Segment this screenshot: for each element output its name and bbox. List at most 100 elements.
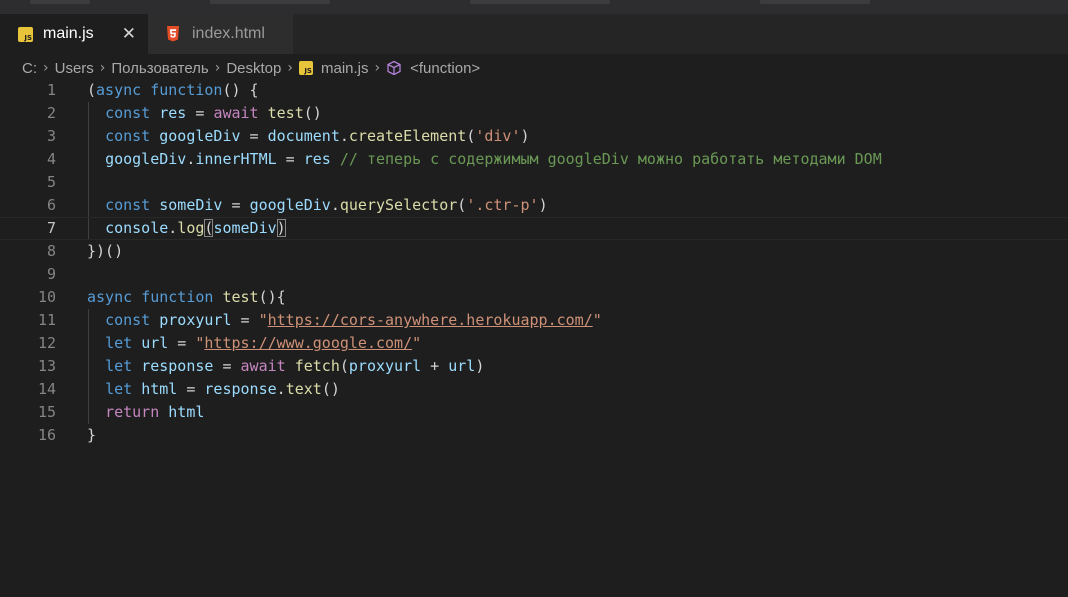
code-token: ( [339,357,349,375]
code-text: let response = await fetch(proxyurl + ur… [87,355,484,378]
breadcrumb-desktop[interactable]: Desktop [226,60,281,77]
code-token: document [267,127,340,145]
tab-label: index.html [192,25,265,42]
code-token: async [87,288,133,306]
code-link[interactable]: https://www.google.com/ [204,334,412,352]
code-token: // теперь с содержимым googleDiv можно р… [339,150,882,168]
code-token: () { [222,81,259,99]
code-token: url [141,334,169,352]
code-text: return html [87,401,204,424]
code-token: = [177,380,205,398]
code-token: googleDiv [105,150,187,168]
code-line[interactable]: 2 const res = await test() [0,102,1068,125]
code-line[interactable]: 5 [0,171,1068,194]
chevron-right-icon: › [374,60,381,76]
code-line[interactable]: 3 const googleDiv = document.createEleme… [0,125,1068,148]
code-token: res [159,104,187,122]
code-line[interactable]: 13 let response = await fetch(proxyurl +… [0,355,1068,378]
code-token: someDiv [159,196,223,214]
code-text: let html = response.text() [87,378,340,401]
code-token: 'div' [475,127,521,145]
code-editor[interactable]: 1 (async function() {2 const res = await … [0,79,1068,597]
code-line[interactable]: 9 [0,263,1068,286]
code-line[interactable]: 4 googleDiv.innerHTML = res // теперь с … [0,148,1068,171]
title-bar-fragment [0,0,1068,14]
code-token: ( [466,127,476,145]
code-line[interactable]: 16} [0,424,1068,447]
breadcrumb-users[interactable]: Users [55,60,94,77]
code-text: const proxyurl = "https://cors-anywhere.… [87,309,602,332]
code-line[interactable]: 8 })() [0,240,1068,263]
code-token: (){ [258,288,286,306]
code-line[interactable]: 15 return html [0,401,1068,424]
code-text: console.log(someDiv) [87,218,286,239]
breadcrumb-drive[interactable]: C: [22,60,37,77]
code-token: ) [538,196,548,214]
tab-main-js[interactable]: JS main.js ✕ [0,14,148,54]
line-number: 14 [37,380,56,398]
code-token: = [168,334,196,352]
code-token: googleDiv [249,196,331,214]
code-token: googleDiv [159,127,241,145]
code-token: innerHTML [195,150,277,168]
code-token: + [421,357,449,375]
breadcrumb-user-folder[interactable]: Пользователь [111,60,208,77]
code-token: console [105,219,169,237]
code-token: . [330,196,340,214]
code-line[interactable]: 7 console.log(someDiv) [0,217,1068,240]
line-number: 3 [46,127,56,145]
code-line[interactable]: 12 let url = "https://www.google.com/" [0,332,1068,355]
code-token: proxyurl [159,311,232,329]
code-line[interactable]: 10 async function test(){ [0,286,1068,309]
code-token: text [285,380,322,398]
tab-label: main.js [43,25,94,42]
line-number: 8 [46,242,56,260]
code-token: })() [87,242,124,260]
js-file-icon: JS [18,26,33,42]
breadcrumb-symbol[interactable]: <function> [410,60,480,77]
code-line[interactable]: 14 let html = response.text() [0,378,1068,401]
title-fragment [760,0,870,4]
chevron-right-icon: › [214,60,221,76]
tab-index-html[interactable]: index.html [148,14,293,54]
code-text: const someDiv = googleDiv.querySelector(… [87,194,548,217]
code-token: url [448,357,476,375]
code-line[interactable]: 1 (async function() { [0,79,1068,102]
code-token: log [177,219,205,237]
code-token: res [303,150,331,168]
line-number: 4 [46,150,56,168]
code-token: const [105,311,151,329]
code-link[interactable]: https://cors-anywhere.herokuapp.com/ [268,311,593,329]
code-token: = [186,104,214,122]
close-icon[interactable]: ✕ [122,24,136,44]
code-token: . [168,219,178,237]
code-token: test [267,104,304,122]
breadcrumb-file[interactable]: main.js [321,60,369,77]
code-token: return [105,403,160,421]
code-token: " [412,334,422,352]
code-token: response [204,380,277,398]
code-line[interactable]: 11 const proxyurl = "https://cors-anywhe… [0,309,1068,332]
line-number: 5 [46,173,56,191]
title-fragment [210,0,330,4]
code-token: const [105,196,151,214]
code-line[interactable]: 6 const someDiv = googleDiv.querySelecto… [0,194,1068,217]
code-token: createElement [348,127,467,145]
code-token: " [592,311,602,329]
code-text: })() [87,240,123,263]
line-number: 2 [46,104,56,122]
symbol-method-icon [387,60,401,76]
